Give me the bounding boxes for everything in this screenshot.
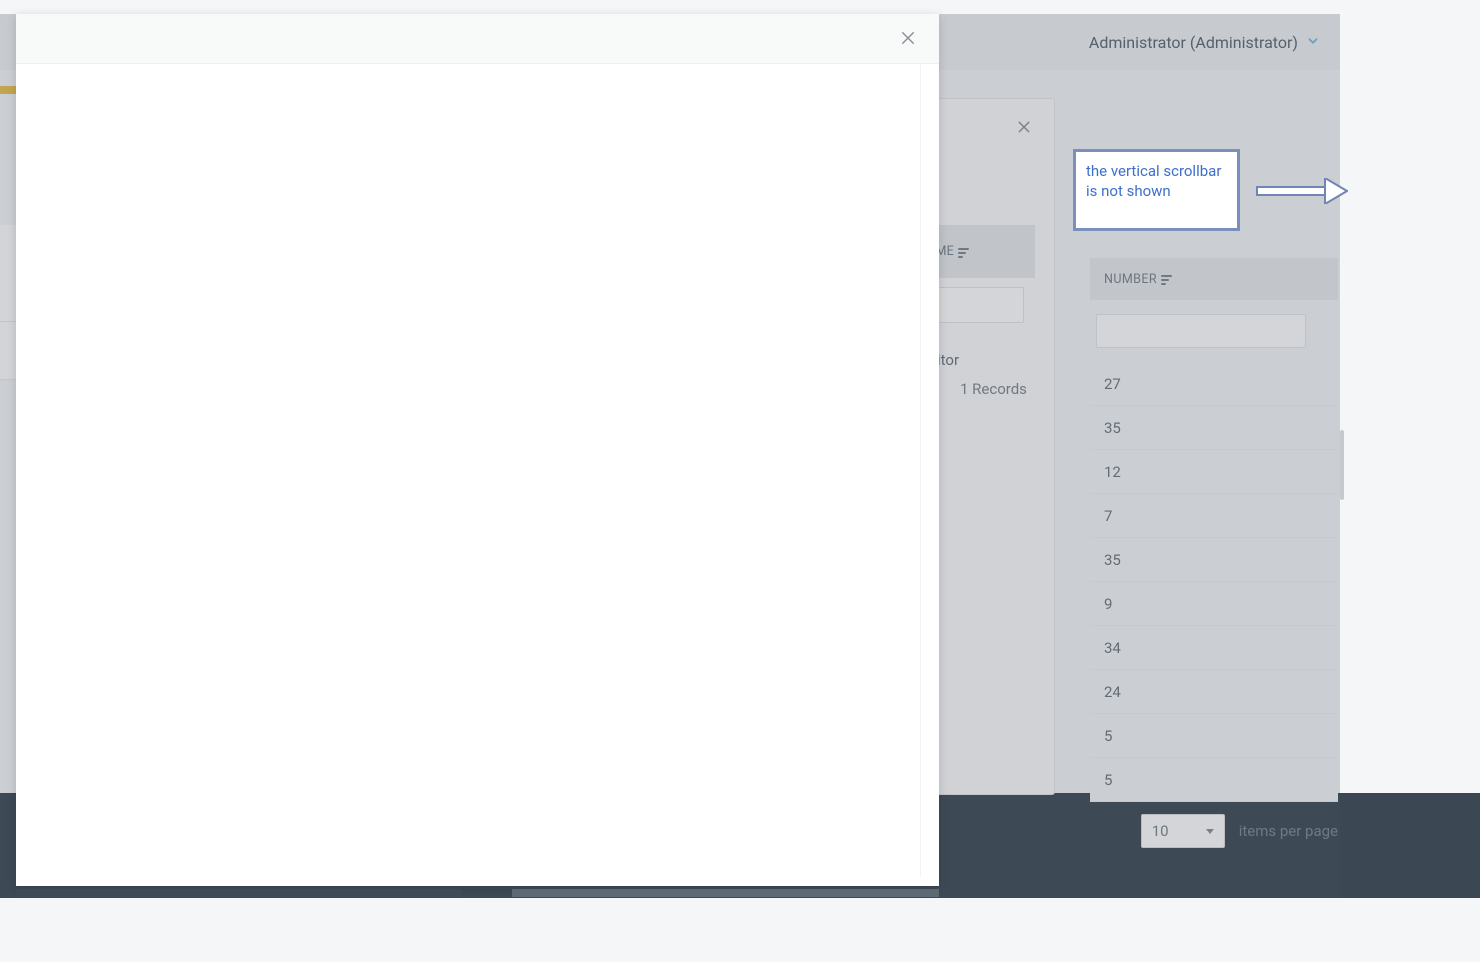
user-display-name: Administrator (Administrator) [1089,33,1298,52]
right-column-header[interactable]: NUMBER [1090,258,1338,300]
left-content-edge [0,225,16,380]
table-row[interactable]: 35 [1090,406,1338,450]
close-icon[interactable] [899,27,917,51]
sort-icon [1161,273,1173,285]
divider [0,321,16,322]
page-size-select[interactable]: 10 [1141,814,1225,848]
scrollbar[interactable] [1340,430,1344,500]
modal-header [16,14,939,64]
annotation-callout: the vertical scrollbar is not shown [1073,149,1240,231]
cell-value: 7 [1104,507,1112,525]
table-row[interactable]: 7 [1090,494,1338,538]
cell-value: 35 [1104,551,1121,569]
user-menu[interactable]: Administrator (Administrator) [1089,33,1320,52]
right-table: NUMBER 27 35 12 7 35 9 34 24 5 5 10 item… [1090,258,1338,848]
table-row[interactable]: 9 [1090,582,1338,626]
table-row[interactable]: 12 [1090,450,1338,494]
modal-bottom-shadow-left [16,889,461,897]
right-filter-row [1090,300,1338,362]
caret-down-icon [1206,829,1214,834]
table-row[interactable]: 27 [1090,362,1338,406]
modal-bottom-shadow-right [512,889,939,897]
table-row[interactable]: 34 [1090,626,1338,670]
table-row[interactable]: 5 [1090,714,1338,758]
records-count-label: 1 Records [960,380,1027,398]
close-icon[interactable] [1016,118,1032,138]
cell-value: 34 [1104,639,1121,657]
cell-value: 5 [1104,727,1112,745]
cell-value: 24 [1104,683,1121,701]
bg-table-cell: itor [937,344,959,376]
chevron-down-icon [1306,34,1320,51]
cell-value: 5 [1104,771,1112,789]
inner-scroll-area-edge [920,64,934,876]
table-row[interactable]: 5 [1090,758,1338,802]
cell-value: 12 [1104,463,1121,481]
cell-value: 35 [1104,419,1121,437]
pagination-row: 10 items per page [1090,802,1338,848]
page-size-value: 10 [1152,822,1169,840]
items-per-page-label: items per page [1239,822,1338,840]
foreground-modal [16,14,939,886]
right-filter-input[interactable] [1096,314,1306,348]
modal-body [16,64,939,886]
annotation-text: the vertical scrollbar is not shown [1086,162,1221,200]
cell-value: 27 [1104,375,1121,393]
annotation-arrow-icon [1256,178,1348,204]
table-row[interactable]: 24 [1090,670,1338,714]
right-column-header-label: NUMBER [1104,272,1157,287]
sort-icon [958,246,970,258]
cell-value: 9 [1104,595,1112,613]
left-accent-bar [0,86,16,94]
table-row[interactable]: 35 [1090,538,1338,582]
